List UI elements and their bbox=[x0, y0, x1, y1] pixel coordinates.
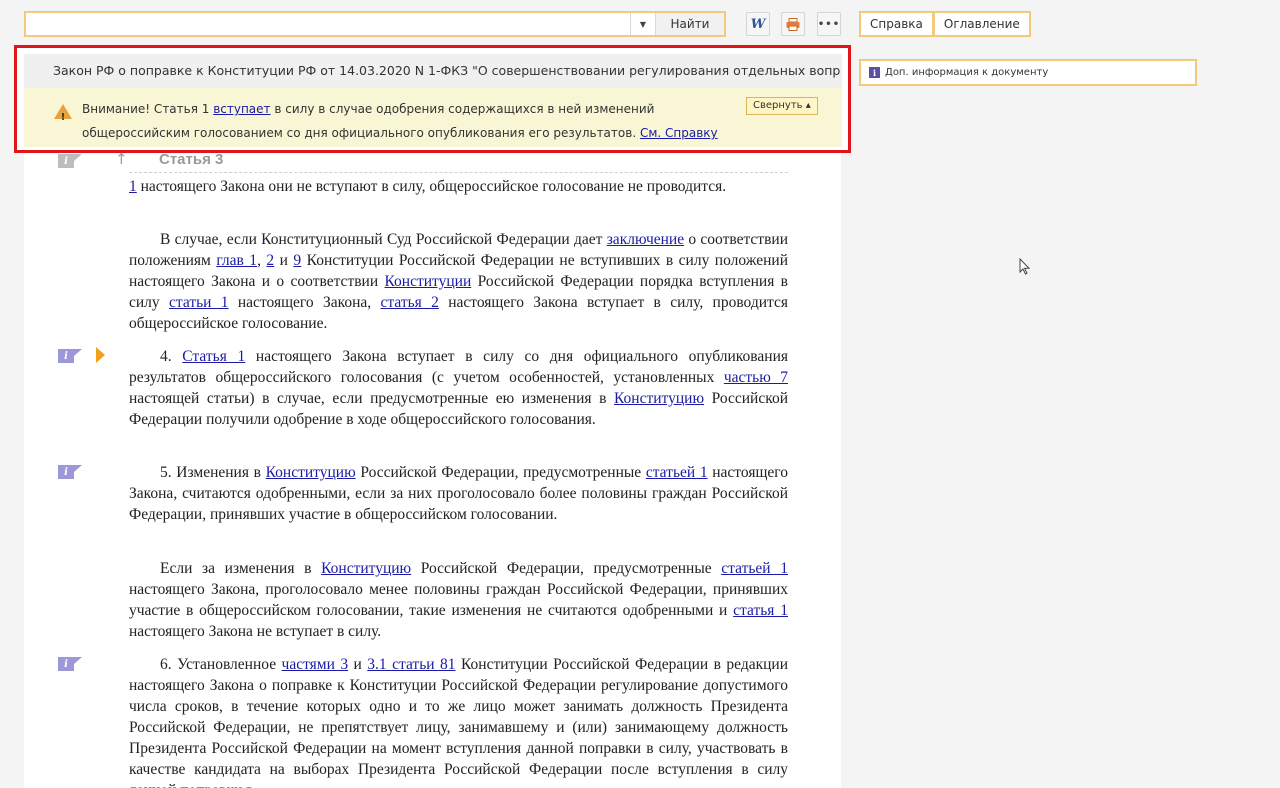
more-options-button[interactable]: ••• bbox=[817, 12, 841, 36]
paragraph-6: 6. Установленное частями 3 и 3.1 статьи … bbox=[129, 656, 788, 788]
search-history-dropdown[interactable]: ▼ bbox=[630, 13, 655, 35]
link-see-help[interactable]: См. Справку bbox=[640, 126, 718, 140]
mouse-cursor-icon bbox=[1019, 258, 1031, 275]
paragraph-info-icon[interactable]: i bbox=[58, 657, 82, 671]
document-header-banner: Закон РФ о поправке к Конституции РФ от … bbox=[14, 45, 851, 153]
print-button[interactable] bbox=[781, 12, 805, 36]
tab-help[interactable]: Справка bbox=[859, 11, 934, 37]
article-heading: Статья 3 bbox=[159, 151, 224, 168]
paragraph-4: 4. Статья 1 настоящего Закона вступает в… bbox=[129, 348, 789, 428]
current-position-marker bbox=[96, 347, 105, 363]
printer-icon bbox=[786, 17, 800, 31]
link-enters-force[interactable]: вступает bbox=[213, 102, 270, 116]
tab-contents[interactable]: Оглавление bbox=[933, 11, 1031, 37]
doc-info-label: Доп. информация к документу bbox=[885, 67, 1049, 78]
paragraph-info-icon[interactable]: i bbox=[58, 465, 82, 479]
paragraph-info-icon[interactable]: i bbox=[58, 349, 82, 363]
heading-divider bbox=[129, 172, 788, 173]
search-box: ▼ Найти bbox=[24, 11, 726, 37]
warning-notice: ! Внимание! Статья 1 вступает в силу в с… bbox=[24, 88, 842, 147]
doc-additional-info-link[interactable]: i Доп. информация к документу bbox=[859, 59, 1197, 86]
paragraph-0: 1 настоящего Закона они не вступают в си… bbox=[129, 178, 727, 195]
word-icon: W bbox=[750, 16, 766, 32]
paragraph-5: 5. Изменения в Конституцию Российской Фе… bbox=[129, 464, 788, 523]
more-dots-icon: ••• bbox=[817, 18, 841, 30]
right-panel-tabs: Справка Оглавление bbox=[859, 11, 1031, 37]
export-word-button[interactable]: W bbox=[746, 12, 770, 36]
warning-line-2: общероссийским голосованием со дня офици… bbox=[82, 126, 718, 140]
info-icon: i bbox=[869, 67, 880, 78]
warning-line-1: Внимание! Статья 1 вступает в силу в слу… bbox=[82, 102, 655, 116]
document-title: Закон РФ о поправке к Конституции РФ от … bbox=[24, 54, 842, 88]
article-info-icon[interactable]: i bbox=[58, 154, 82, 168]
paragraph-1: В случае, если Конституционный Суд Росси… bbox=[129, 231, 788, 332]
paragraph-5-cont: Если за изменения в Конституцию Российск… bbox=[129, 560, 789, 640]
find-button[interactable]: Найти bbox=[655, 13, 724, 35]
search-input[interactable] bbox=[26, 13, 630, 35]
chevron-down-icon: ▼ bbox=[639, 19, 647, 29]
collapse-button[interactable]: Свернуть ▴ bbox=[746, 97, 818, 115]
